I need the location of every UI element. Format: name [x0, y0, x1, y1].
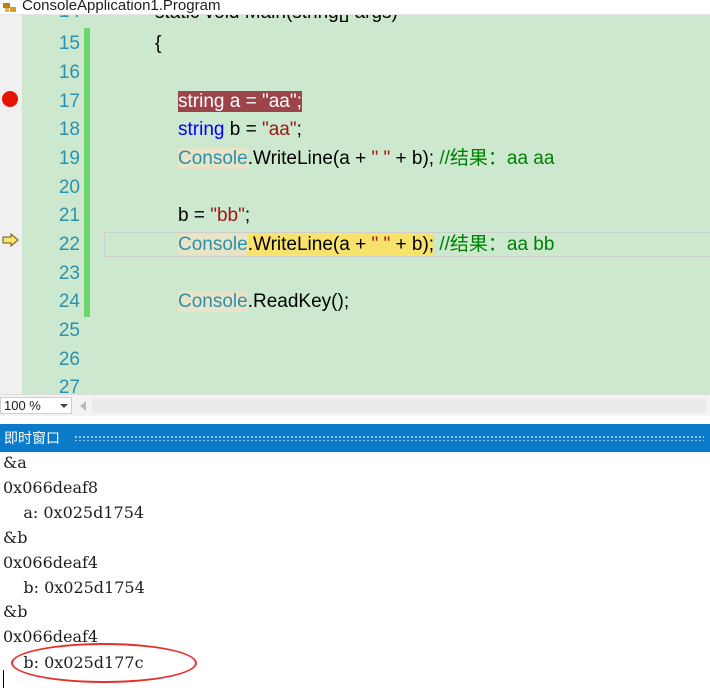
code-text: ;: [244, 205, 251, 226]
indicator-margin[interactable]: [0, 14, 22, 394]
open-brace: {: [155, 33, 162, 54]
zoom-dropdown[interactable]: 100 %: [0, 397, 72, 414]
horizontal-scrollbar[interactable]: [92, 399, 706, 413]
line-number: 20: [58, 177, 80, 198]
code-line-15: {: [155, 33, 161, 55]
code-line-22: Console.WriteLine(a + " " + b); //结果：aa …: [178, 234, 554, 256]
separator: [0, 416, 710, 424]
code-text: .WriteLine(a +: [247, 234, 372, 255]
line-number: 24: [58, 291, 80, 312]
string-literal: " ": [371, 234, 391, 255]
editor-status-strip: 100 %: [0, 394, 710, 417]
breakpoint-icon[interactable]: [2, 91, 18, 107]
immediate-output-line: 0x066deaf8: [3, 478, 99, 497]
immediate-output-line: b: 0x025d1754: [3, 578, 145, 597]
code-line-14: static void Main(string[] args): [155, 14, 398, 24]
text-caret: [3, 670, 4, 688]
line-number: 25: [58, 320, 80, 341]
code-text: a =: [224, 91, 262, 112]
string-literal: "bb": [210, 205, 245, 226]
line-number: 21: [58, 205, 80, 226]
comment: //结果：aa aa: [434, 148, 555, 169]
line-number: 17: [58, 91, 80, 112]
line-number: 19: [58, 148, 80, 169]
line-number: 15: [58, 33, 80, 54]
current-statement: .WriteLine(a + " " + b);: [247, 234, 435, 255]
scroll-left-icon[interactable]: [80, 401, 86, 411]
immediate-window-titlebar[interactable]: 即时窗口: [0, 424, 710, 452]
line-number: 26: [58, 349, 80, 370]
breadcrumb-label: ConsoleApplication1.Program: [22, 0, 221, 14]
code-text: b =: [178, 205, 211, 226]
immediate-output-line: &b: [3, 528, 28, 547]
type-name: Console: [178, 291, 248, 312]
breakpoint-statement: string a = "aa";: [178, 91, 302, 112]
code-text: + b);: [390, 234, 435, 255]
immediate-output-line: &b: [3, 602, 28, 621]
type-name: Console: [178, 234, 248, 255]
immediate-window-title: 即时窗口: [4, 430, 60, 446]
string-literal: "aa": [261, 91, 297, 112]
code-line-24: Console.ReadKey();: [178, 291, 349, 313]
type-name: Console: [178, 148, 248, 169]
comment: //结果：aa bb: [434, 234, 555, 255]
keyword: string: [178, 119, 225, 140]
title-grip: [74, 435, 704, 441]
code-line-18: string b = "aa";: [178, 119, 302, 141]
code-text: ;: [296, 91, 302, 112]
code-line-17: string a = "aa";: [178, 91, 302, 113]
line-number: 27: [58, 377, 80, 395]
code-text: b =: [224, 119, 262, 140]
code-text: .WriteLine(a +: [247, 148, 372, 169]
immediate-output-line: &a: [3, 453, 27, 472]
string-literal: " ": [371, 148, 391, 169]
line-number: 16: [58, 62, 80, 83]
current-statement-arrow-icon: [2, 233, 19, 247]
string-literal: "aa": [261, 119, 297, 140]
code-editor[interactable]: static void Main(string[] args) 14 15 16…: [0, 14, 710, 394]
code-line-21: b = "bb";: [178, 205, 250, 227]
class-icon: [3, 3, 16, 12]
code-text: .ReadKey();: [247, 291, 350, 312]
line-number: 18: [58, 119, 80, 140]
immediate-output-line: a: 0x025d1754: [3, 503, 145, 522]
line-number: 22: [58, 234, 80, 255]
breadcrumb[interactable]: ConsoleApplication1.Program: [0, 0, 710, 15]
red-annotation-circle: [11, 643, 197, 683]
dropdown-arrow-icon: [60, 404, 68, 408]
zoom-value: 100 %: [4, 398, 41, 413]
keyword: string: [178, 91, 225, 112]
line-number: 23: [58, 263, 80, 284]
code-text: static void Main(string[] args): [155, 14, 398, 23]
code-line-19: Console.WriteLine(a + " " + b); //结果：aa …: [178, 148, 554, 170]
code-text: + b);: [390, 148, 435, 169]
immediate-output-line: 0x066deaf4: [3, 553, 99, 572]
line-number: 14: [30, 14, 80, 22]
code-text: ;: [296, 119, 302, 140]
change-tracking-bar: [84, 28, 90, 317]
